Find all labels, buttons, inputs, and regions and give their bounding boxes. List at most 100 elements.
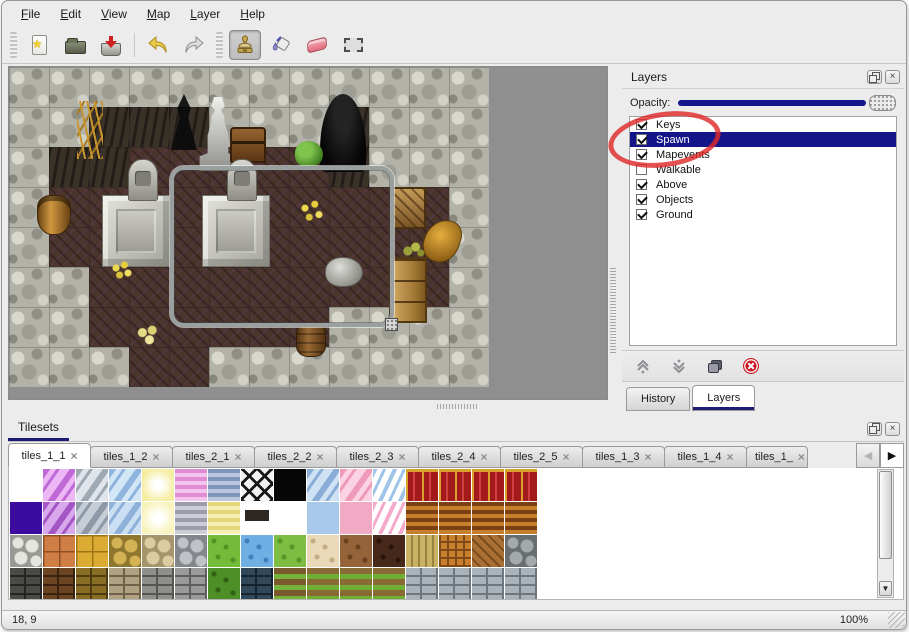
layer-row-above[interactable]: Above xyxy=(630,177,896,192)
map-canvas[interactable] xyxy=(8,66,608,400)
tileset-tile[interactable] xyxy=(340,568,372,600)
tileset-tile[interactable] xyxy=(274,469,306,501)
duplicate-layer-button[interactable] xyxy=(704,356,726,376)
tileset-tile[interactable] xyxy=(373,502,405,534)
tileset-tile[interactable] xyxy=(505,469,537,501)
tileset-tile[interactable] xyxy=(274,502,306,534)
layer-visibility-checkbox[interactable] xyxy=(636,149,647,160)
tileset-tile[interactable] xyxy=(10,502,42,534)
scroll-tabs-right-icon[interactable]: ▶ xyxy=(880,443,904,468)
menu-map[interactable]: Map xyxy=(138,4,179,24)
tileset-tile[interactable] xyxy=(373,535,405,567)
new-file-button[interactable]: ★ xyxy=(23,30,55,60)
tileset-tile[interactable] xyxy=(208,535,240,567)
menu-view[interactable]: View xyxy=(92,4,136,24)
close-tab-icon[interactable]: × xyxy=(481,451,488,463)
tileset-tile[interactable] xyxy=(109,535,141,567)
tileset-tab-tiles_1_3[interactable]: tiles_1_3× xyxy=(582,446,665,468)
tileset-tile[interactable] xyxy=(208,502,240,534)
tileset-tile[interactable] xyxy=(109,469,141,501)
horizontal-splitter-handle[interactable] xyxy=(437,404,479,409)
tileset-tile[interactable] xyxy=(109,502,141,534)
layer-visibility-checkbox[interactable] xyxy=(636,194,647,205)
close-tab-icon[interactable]: × xyxy=(317,451,324,463)
tileset-tile[interactable] xyxy=(76,535,108,567)
tileset-tile[interactable] xyxy=(43,535,75,567)
window-resize-grip[interactable] xyxy=(888,612,905,628)
tileset-tab-tiles_1_4[interactable]: tiles_1_4× xyxy=(664,446,747,468)
layer-visibility-checkbox[interactable] xyxy=(636,134,647,145)
menu-help[interactable]: Help xyxy=(231,4,274,24)
tileset-tile[interactable] xyxy=(406,502,438,534)
tileset-tile[interactable] xyxy=(76,568,108,600)
tileset-tab-tiles_2_1[interactable]: tiles_2_1× xyxy=(172,446,255,468)
map-selection-rectangle[interactable] xyxy=(170,166,394,327)
layer-visibility-checkbox[interactable] xyxy=(636,164,647,175)
tileset-tile[interactable] xyxy=(208,568,240,600)
layer-row-walkable[interactable]: Walkable xyxy=(630,162,896,177)
tileset-tile[interactable] xyxy=(175,568,207,600)
float-panel-icon[interactable] xyxy=(867,422,882,436)
undo-button[interactable] xyxy=(142,30,174,60)
open-folder-button[interactable] xyxy=(59,30,91,60)
toolbar-grip[interactable] xyxy=(216,32,223,58)
tileset-tab-tiles_1_2[interactable]: tiles_1_2× xyxy=(90,446,173,468)
tileset-tile[interactable] xyxy=(439,502,471,534)
tileset-tile[interactable] xyxy=(340,469,372,501)
tileset-tile[interactable] xyxy=(241,568,273,600)
tileset-tile[interactable] xyxy=(373,469,405,501)
opacity-slider-track[interactable] xyxy=(678,100,866,106)
tileset-tile[interactable] xyxy=(307,568,339,600)
tileset-tile[interactable] xyxy=(175,535,207,567)
float-panel-icon[interactable] xyxy=(867,70,882,84)
close-tab-icon[interactable]: × xyxy=(645,451,652,463)
tileset-tile[interactable] xyxy=(43,502,75,534)
tileset-tile[interactable] xyxy=(439,469,471,501)
tileset-tile[interactable] xyxy=(307,535,339,567)
layer-visibility-checkbox[interactable] xyxy=(636,209,647,220)
tileset-tile[interactable] xyxy=(76,469,108,501)
tileset-tile[interactable] xyxy=(340,535,372,567)
eraser-tool-button[interactable] xyxy=(301,30,333,60)
layer-row-keys[interactable]: Keys xyxy=(630,117,896,132)
tileset-tile[interactable] xyxy=(175,502,207,534)
close-tab-icon[interactable]: × xyxy=(235,451,242,463)
layer-visibility-checkbox[interactable] xyxy=(636,179,647,190)
tileset-tile[interactable] xyxy=(307,469,339,501)
tileset-tile[interactable] xyxy=(472,535,504,567)
tileset-tile[interactable] xyxy=(274,568,306,600)
close-tab-icon[interactable]: × xyxy=(798,451,805,463)
tileset-tab-tiles_2_2[interactable]: tiles_2_2× xyxy=(254,446,337,468)
tileset-tile[interactable] xyxy=(241,502,273,534)
tileset-tile[interactable] xyxy=(505,535,537,567)
layer-visibility-checkbox[interactable] xyxy=(636,119,647,130)
raise-layer-button[interactable] xyxy=(632,356,654,376)
tileset-tile[interactable] xyxy=(142,502,174,534)
tileset-tile[interactable] xyxy=(109,568,141,600)
tileset-tile[interactable] xyxy=(505,568,537,600)
fill-tool-button[interactable] xyxy=(265,30,297,60)
tileset-tile[interactable] xyxy=(142,469,174,501)
layer-row-mapevents[interactable]: Mapevents xyxy=(630,147,896,162)
tileset-tab-tiles_1[interactable]: tiles_1_× xyxy=(746,446,808,468)
close-tab-icon[interactable]: × xyxy=(71,450,78,462)
tileset-tile[interactable] xyxy=(208,469,240,501)
tileset-tile[interactable] xyxy=(439,568,471,600)
rect-select-tool-button[interactable] xyxy=(337,30,369,60)
selection-resize-handle[interactable] xyxy=(385,318,398,331)
map-viewport[interactable] xyxy=(9,67,489,387)
tileset-tile[interactable] xyxy=(406,535,438,567)
tileset-scrollbar[interactable]: ▼ xyxy=(877,469,894,598)
delete-layer-button[interactable] xyxy=(740,356,762,376)
tileset-tile[interactable] xyxy=(241,535,273,567)
scroll-tabs-left-icon[interactable]: ◀ xyxy=(856,443,880,468)
layer-row-ground[interactable]: Ground xyxy=(630,207,896,222)
tileset-tile[interactable] xyxy=(241,469,273,501)
redo-button[interactable] xyxy=(178,30,210,60)
tileset-tile[interactable] xyxy=(340,502,372,534)
tileset-tile[interactable] xyxy=(505,502,537,534)
tileset-tile[interactable] xyxy=(76,502,108,534)
tab-history[interactable]: History xyxy=(626,387,690,411)
tileset-tile[interactable] xyxy=(142,568,174,600)
tileset-tile[interactable] xyxy=(175,469,207,501)
